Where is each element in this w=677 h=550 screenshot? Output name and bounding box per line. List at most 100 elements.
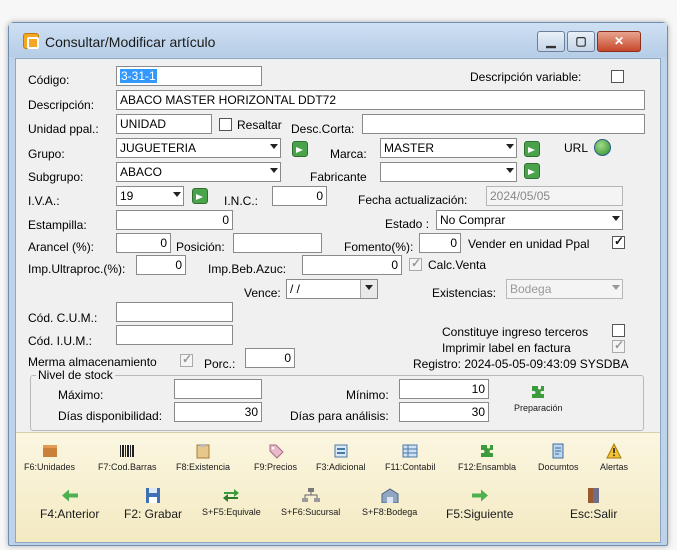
fecha-label: Fecha actualización: [358,193,468,207]
minimo-label: Mínimo: [346,388,389,402]
alertas-label: Alertas [600,462,629,472]
fomento-label: Fomento(%): [344,240,414,254]
inc-field[interactable]: 0 [272,186,327,206]
fabricante-label: Fabricante [310,170,367,184]
merma-label: Merma almacenamiento [28,355,157,369]
marca-select[interactable]: MASTER [380,138,517,158]
descripcion-field[interactable]: ABACO MASTER HORIZONTAL DDT72 [116,90,645,110]
form-area: Código: 3-31-1 Descripción variable: Des… [15,58,661,543]
form-icon [334,444,348,458]
table-icon [402,444,418,458]
fomento-field[interactable]: 0 [419,233,461,253]
url-globe-icon[interactable] [594,139,611,156]
cum-field[interactable] [116,302,233,322]
fecha-field: 2024/05/05 [486,186,623,206]
iva-select[interactable]: 19 [116,186,184,206]
marca-value: MASTER [384,141,435,155]
precios-button[interactable]: F9:Precios [254,443,297,472]
arrow-right-icon [471,489,488,502]
resaltar-checkbox[interactable] [219,118,232,131]
grupo-go-icon[interactable] [292,141,308,157]
minimize-button[interactable]: ▁ [537,31,565,52]
desc-corta-label: Desc.Corta: [291,122,355,136]
arancel-field[interactable]: 0 [116,233,171,253]
impbeb-field[interactable]: 0 [302,255,402,275]
maximo-label: Máximo: [58,388,104,402]
precios-label: F9:Precios [254,462,298,472]
subgrupo-value: ABACO [120,165,163,179]
desc-corta-field[interactable] [362,114,645,134]
salir-button[interactable]: Esc:Salir [570,488,617,521]
desc-variable-checkbox[interactable] [611,70,624,83]
terceros-label: Constituye ingreso terceros [442,325,589,339]
resaltar-label: Resaltar [237,118,282,132]
inc-label: I.N.C.: [224,194,259,208]
clipboard-icon [196,444,210,459]
bodega-button[interactable]: S+F8:Bodega [362,488,417,517]
subgrupo-select[interactable]: ABACO [116,162,281,182]
porc-field[interactable]: 0 [245,348,295,368]
dias-disp-field[interactable]: 30 [174,402,262,422]
unidad-label: Unidad ppal.: [28,122,99,136]
grupo-select[interactable]: JUGUETERIA [116,138,281,158]
close-button[interactable]: ✕ [597,31,641,52]
ensambla-button[interactable]: F12:Ensambla [458,443,516,472]
cum-label: Cód. C.U.M.: [28,311,98,325]
puzzle-icon [532,386,545,398]
arrow-left-icon [61,489,78,502]
impultra-label: Imp.Ultraproc.(%): [28,262,126,276]
minimo-field[interactable]: 10 [399,379,489,399]
impultra-field[interactable]: 0 [136,255,186,275]
grabar-label: F2: Grabar [124,507,183,521]
posicion-label: Posición: [176,240,225,254]
estado-select[interactable]: No Comprar [436,210,623,230]
anterior-label: F4:Anterior [40,507,100,521]
terceros-checkbox[interactable] [612,324,625,337]
sucursal-button[interactable]: S+F6:Sucursal [281,488,340,517]
alertas-button[interactable]: Alertas [600,443,628,472]
codigo-label: Código: [28,73,70,87]
grupo-label: Grupo: [28,147,65,161]
marca-label: Marca: [330,147,367,161]
contabil-button[interactable]: F11:Contabil [385,443,435,472]
preparacion-button[interactable]: Preparación [514,384,563,413]
existencia-button[interactable]: F8:Existencia [176,443,230,472]
unidades-button[interactable]: F6:Unidades [24,443,75,472]
equivale-label: S+F5:Equivale [202,507,261,517]
vence-label: Vence: [244,286,281,300]
vence-date-picker[interactable]: / / [286,279,378,299]
marca-go-icon[interactable] [524,141,540,157]
dialog-window: Consultar/Modificar artículo ▁ ▢ ✕ Códig… [8,22,668,546]
fabricante-go-icon[interactable] [524,163,540,179]
equivale-button[interactable]: S+F5:Equivale [202,488,261,517]
posicion-field[interactable] [233,233,322,253]
maximo-field[interactable] [174,379,262,399]
document-icon [552,443,564,459]
adicional-button[interactable]: F3:Adicional [316,443,366,472]
url-label: URL [564,141,589,155]
siguiente-button[interactable]: F5:Siguiente [446,488,513,521]
estampilla-field[interactable]: 0 [116,210,233,230]
vender-checkbox[interactable] [612,234,625,249]
vender-label: Vender en unidad Ppal [468,237,590,251]
bodega-label: S+F8:Bodega [362,507,418,517]
ium-field[interactable] [116,325,233,345]
documentos-button[interactable]: Documtos [538,443,579,472]
cod-barras-button[interactable]: F7:Cod.Barras [98,443,157,472]
maximize-button[interactable]: ▢ [567,31,595,52]
ensambla-label: F12:Ensambla [458,462,517,472]
dias-anal-field[interactable]: 30 [399,402,489,422]
unidad-field[interactable]: UNIDAD [116,114,212,134]
fabricante-select[interactable] [380,162,517,182]
anterior-button[interactable]: F4:Anterior [40,488,99,521]
window-title: Consultar/Modificar artículo [45,34,216,50]
existencias-label: Existencias: [432,286,497,300]
iva-go-icon[interactable] [192,188,208,204]
iva-label: I.V.A.: [28,194,60,208]
app-icon [23,33,39,49]
ium-label: Cód. I.U.M.: [28,334,93,348]
codigo-field[interactable]: 3-31-1 [116,66,262,86]
grabar-button[interactable]: F2: Grabar [124,488,182,521]
title-bar[interactable]: Consultar/Modificar artículo ▁ ▢ ✕ [9,23,667,57]
imprimir-checkbox [612,338,625,353]
